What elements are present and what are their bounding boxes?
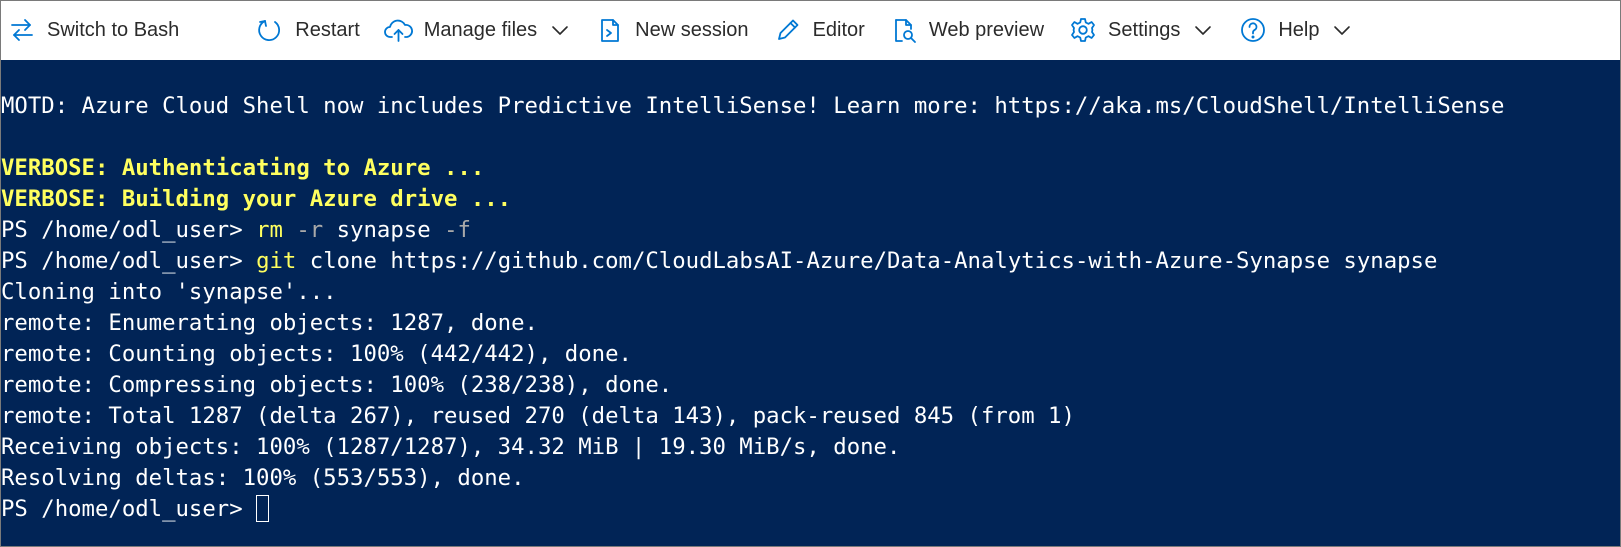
shell-prompt: PS /home/odl_user> xyxy=(1,217,257,243)
switch-to-bash-label: Switch to Bash xyxy=(47,18,180,41)
restart-button[interactable]: Restart xyxy=(255,10,360,50)
output-line: remote: Counting objects: 100% (442/442)… xyxy=(1,341,632,367)
command-arguments: clone https://github.com/CloudLabsAI-Azu… xyxy=(309,248,1438,274)
editor-label: Editor xyxy=(812,18,865,41)
cloud-upload-icon xyxy=(383,15,414,45)
pencil-icon xyxy=(773,15,803,45)
help-label: Help xyxy=(1278,18,1320,41)
new-session-icon xyxy=(595,15,625,45)
chevron-down-icon xyxy=(1331,19,1353,41)
terminal-pane[interactable]: MOTD: Azure Cloud Shell now includes Pre… xyxy=(1,60,1620,546)
toolbar: Switch to Bash Restart Manage files New … xyxy=(1,1,1620,59)
manage-files-label: Manage files xyxy=(423,18,538,41)
settings-menu[interactable]: Settings xyxy=(1068,10,1214,50)
output-line: Resolving deltas: 100% (553/553), done. xyxy=(1,465,525,491)
new-session-label: New session xyxy=(635,18,749,41)
current-prompt-line[interactable]: PS /home/odl_user> xyxy=(1,494,270,525)
command-name: git xyxy=(256,248,297,274)
manage-files-menu[interactable]: Manage files xyxy=(383,10,571,50)
restart-label: Restart xyxy=(295,18,360,41)
command-name: rm xyxy=(256,217,283,243)
restart-icon xyxy=(255,15,285,45)
command-flag: -f xyxy=(444,217,471,243)
text-cursor xyxy=(256,494,270,522)
output-line: remote: Total 1287 (delta 267), reused 2… xyxy=(1,403,1075,429)
web-preview-icon xyxy=(889,15,919,45)
shell-prompt: PS /home/odl_user> xyxy=(1,496,257,522)
command-flag: -r xyxy=(296,217,324,243)
help-icon xyxy=(1238,15,1268,45)
output-line: remote: Compressing objects: 100% (238/2… xyxy=(1,372,673,398)
command-line: PS /home/odl_user> rm -r synapse -f xyxy=(1,215,471,246)
output-line: Receiving objects: 100% (1287/1287), 34.… xyxy=(1,434,901,460)
settings-label: Settings xyxy=(1108,18,1181,41)
web-preview-label: Web preview xyxy=(928,18,1045,41)
output-line: Cloning into 'synapse'... xyxy=(1,279,337,305)
editor-button[interactable]: Editor xyxy=(773,10,865,50)
verbose-line: VERBOSE: Building your Azure drive ... xyxy=(1,186,512,212)
verbose-line: VERBOSE: Authenticating to Azure ... xyxy=(1,155,485,181)
switch-to-bash-button[interactable]: Switch to Bash xyxy=(7,10,179,50)
chevron-down-icon xyxy=(1192,19,1214,41)
help-menu[interactable]: Help xyxy=(1238,10,1353,50)
shell-prompt: PS /home/odl_user> xyxy=(1,248,257,274)
web-preview-button[interactable]: Web preview xyxy=(889,10,1044,50)
motd-line: MOTD: Azure Cloud Shell now includes Pre… xyxy=(1,93,1505,119)
command-line: PS /home/odl_user> git clone https://git… xyxy=(1,246,1437,277)
switch-arrows-icon xyxy=(7,15,37,45)
gear-icon xyxy=(1068,15,1098,45)
cloud-shell-window: Switch to Bash Restart Manage files New … xyxy=(0,0,1621,547)
chevron-down-icon xyxy=(549,19,571,41)
output-line: remote: Enumerating objects: 1287, done. xyxy=(1,310,538,336)
new-session-button[interactable]: New session xyxy=(595,10,749,50)
command-argument: synapse xyxy=(336,217,431,243)
